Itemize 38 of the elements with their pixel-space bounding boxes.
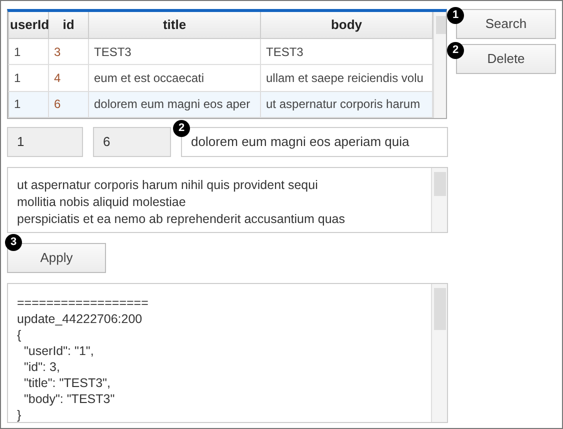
table-cell: 4 bbox=[48, 64, 88, 92]
table-cell: ut aspernatur corporis harum bbox=[260, 91, 432, 118]
text-line: ut aspernatur corporis harum nihil quis provident sequi bbox=[17, 177, 319, 194]
table-cell: dolorem eum magni eos aper bbox=[88, 91, 260, 118]
step-number-badge: 1 bbox=[447, 7, 464, 24]
text-line: "title": "TEST3", bbox=[22, 375, 112, 391]
table-cell: 1 bbox=[8, 64, 48, 92]
column-header[interactable]: userId bbox=[8, 12, 48, 38]
step-number-badge: 2 bbox=[447, 42, 464, 59]
text-line: mollitia nobis aliquid molestiae bbox=[17, 194, 187, 211]
table-cell: 3 bbox=[48, 38, 88, 65]
text-line: } bbox=[17, 407, 22, 422]
step-number-badge: 3 bbox=[5, 234, 22, 251]
table-cell: 6 bbox=[48, 91, 88, 118]
text-line: "userId": "1", bbox=[22, 343, 95, 359]
text-line: { bbox=[17, 327, 22, 343]
scrollbar[interactable] bbox=[433, 12, 446, 118]
table-cell: TEST3 bbox=[88, 38, 260, 65]
table-cell: 1 bbox=[8, 38, 48, 65]
output-area[interactable]: ================== update_44222706:200 { "userId": "1", "id": 3, "title": "TEST3", "body": "TEST3" } bbox=[7, 283, 448, 423]
table-cell: TEST3 bbox=[260, 38, 432, 65]
text-line: perspiciatis et ea nemo ab reprehenderit accusantium quas bbox=[17, 211, 346, 228]
text-line: update_44222706:200 bbox=[17, 311, 144, 327]
input-field[interactable]: 1 bbox=[7, 127, 83, 157]
table-cell: eum et est occaecati bbox=[88, 64, 260, 92]
input-field[interactable]: 6 bbox=[93, 127, 171, 157]
text-line: "id": 3, bbox=[22, 359, 61, 375]
text-area[interactable]: ut aspernatur corporis harum nihil quis provident sequi mollitia nobis aliquid molestiae perspiciatis et ea nemo ab reprehenderit accusantium quas bbox=[7, 167, 448, 233]
table-cell: 1 bbox=[8, 91, 48, 118]
scrollbar[interactable] bbox=[431, 284, 447, 422]
table-cell: ullam et saepe reiciendis volu bbox=[260, 64, 432, 92]
column-header[interactable]: body bbox=[260, 12, 432, 38]
column-header[interactable]: title bbox=[88, 12, 260, 38]
scrollbar[interactable] bbox=[431, 168, 447, 232]
text-line: ================== bbox=[17, 295, 150, 311]
step-number-badge: 2 bbox=[173, 120, 190, 137]
column-header[interactable]: id bbox=[48, 12, 88, 38]
text-line: "body": "TEST3" bbox=[22, 391, 116, 407]
